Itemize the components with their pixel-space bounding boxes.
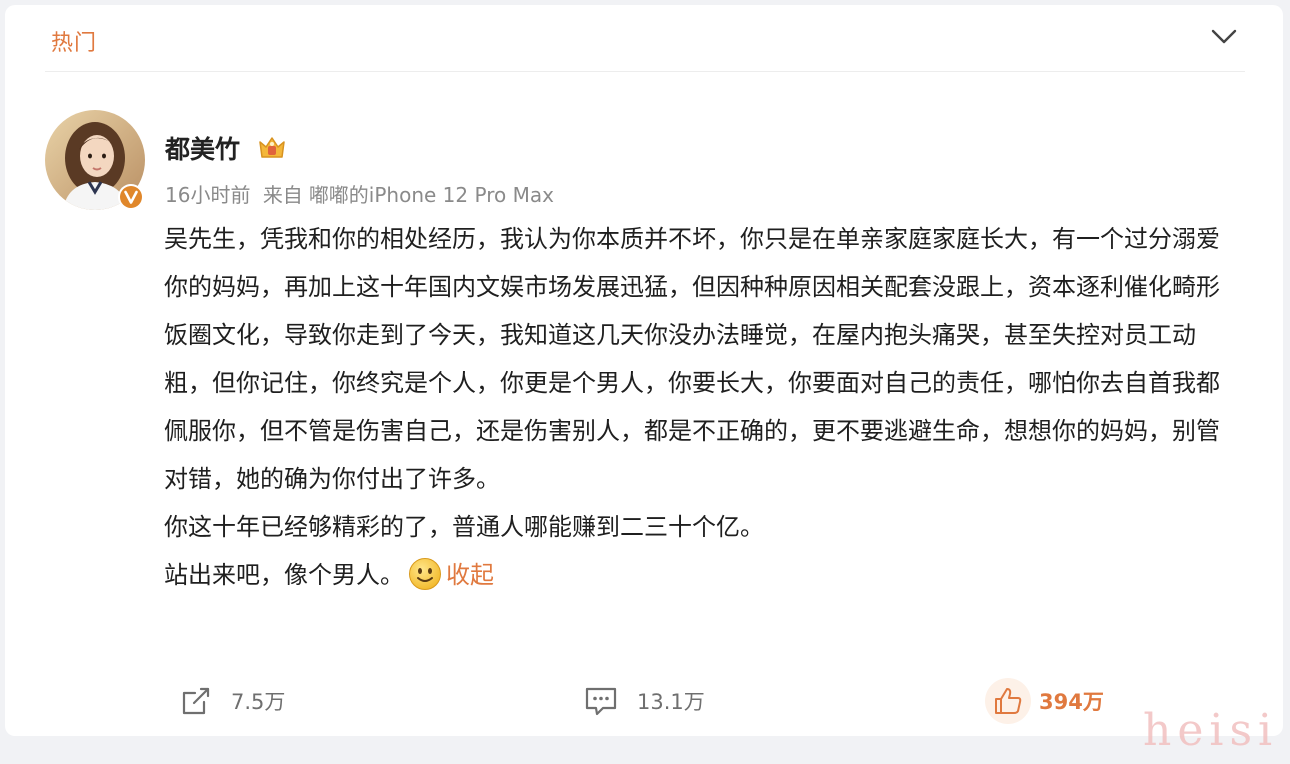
watermark: heisi [1143, 705, 1279, 756]
verified-v-icon [118, 184, 144, 210]
comment-button[interactable]: 13.1万 [583, 681, 705, 721]
chevron-down-icon [1211, 29, 1237, 44]
like-count: 394万 [1039, 690, 1104, 714]
post-paragraph: 吴先生，凭我和你的相处经历，我认为你本质并不坏，你只是在单亲家庭家庭长大，有一个… [164, 225, 1220, 493]
thumbs-up-icon [995, 688, 1022, 714]
like-button[interactable]: 394万 [985, 678, 1104, 724]
header-divider [45, 71, 1245, 72]
collapse-toggle-button[interactable] [1209, 25, 1239, 49]
verified-badge [117, 183, 145, 211]
post-last-line-text: 站出来吧，像个男人。 [164, 561, 404, 589]
post-content: 吴先生，凭我和你的相处经历，我认为你本质并不坏，你只是在单亲家庭家庭长大，有一个… [164, 215, 1234, 599]
post-card: 热门 都美竹 16小时前 来自 嘟嘟的iPhone 12 Pro Max 吴先生… [5, 5, 1283, 736]
comment-icon [585, 687, 617, 716]
section-header: 热门 [5, 5, 1283, 71]
crown-icon[interactable] [257, 133, 287, 161]
post-last-line: 站出来吧，像个男人。 收起 [164, 551, 1234, 599]
post-paragraph: 你这十年已经够精彩的了，普通人哪能赚到二三十个亿。 [164, 513, 764, 541]
source-prefix: 来自 [262, 183, 303, 207]
collapse-button[interactable]: 收起 [446, 561, 494, 589]
post-time[interactable]: 16小时前 [165, 183, 250, 207]
share-icon [182, 687, 210, 715]
smile-emoji-icon [409, 558, 441, 590]
section-title: 热门 [51, 31, 98, 56]
comment-count: 13.1万 [637, 690, 705, 714]
share-count: 7.5万 [231, 690, 286, 714]
post-meta: 16小时前 来自 嘟嘟的iPhone 12 Pro Max [165, 179, 560, 208]
source-device: 嘟嘟的iPhone 12 Pro Max [308, 183, 554, 207]
share-button[interactable]: 7.5万 [179, 681, 285, 721]
like-icon-circle [985, 678, 1031, 724]
author-name[interactable]: 都美竹 [165, 130, 240, 166]
